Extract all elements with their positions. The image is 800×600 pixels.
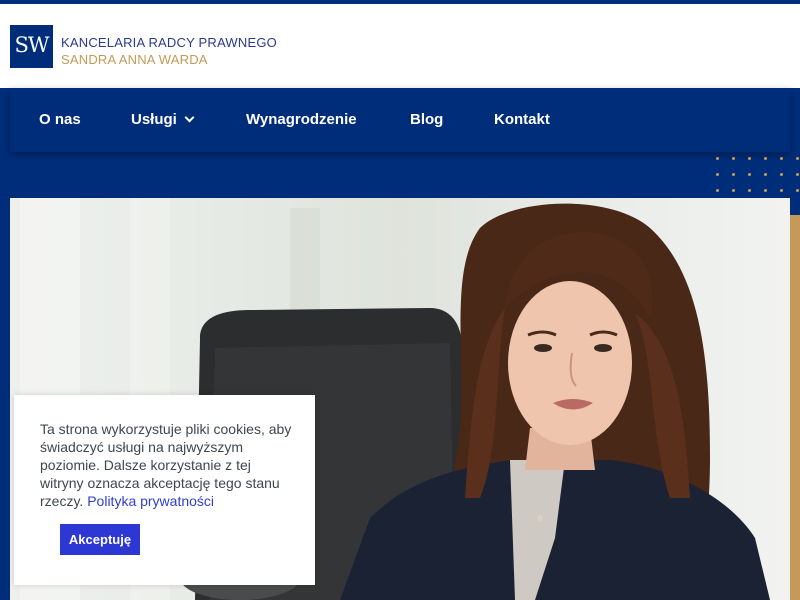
- brand-name[interactable]: KANCELARIA RADCY PRAWNEGO SANDRA ANNA WA…: [61, 34, 277, 68]
- accept-cookies-button[interactable]: Akceptuję: [60, 524, 140, 555]
- nav-item-kontakt[interactable]: Kontakt: [494, 110, 550, 130]
- brand-title: KANCELARIA RADCY PRAWNEGO: [61, 35, 277, 50]
- site-header: SW KANCELARIA RADCY PRAWNEGO SANDRA ANNA…: [0, 4, 800, 88]
- nav-item-label: Kontakt: [494, 111, 550, 128]
- decorative-gold-strip: [790, 215, 800, 600]
- nav-item-uslugi[interactable]: Usługi: [131, 110, 195, 130]
- chevron-down-icon: [184, 112, 195, 123]
- nav-item-wynagrodzenie[interactable]: Wynagrodzenie: [246, 110, 357, 130]
- brand-subtitle: SANDRA ANNA WARDA: [61, 52, 208, 67]
- nav-item-label: Wynagrodzenie: [246, 111, 357, 128]
- logo[interactable]: SW: [10, 25, 53, 68]
- privacy-policy-link[interactable]: Polityka prywatności: [87, 493, 214, 509]
- main-navigation: O nas Usługi Wynagrodzenie Blog Kontakt: [10, 88, 790, 152]
- nav-item-label: Usługi: [131, 111, 177, 128]
- nav-item-blog[interactable]: Blog: [410, 110, 443, 130]
- cookie-notice-text: Ta strona wykorzystuje pliki cookies, ab…: [40, 420, 295, 510]
- logo-monogram: SW: [14, 33, 50, 57]
- nav-item-label: O nas: [39, 111, 81, 128]
- nav-item-o-nas[interactable]: O nas: [39, 110, 81, 130]
- nav-item-label: Blog: [410, 111, 444, 128]
- cookie-notice: Ta strona wykorzystuje pliki cookies, ab…: [14, 395, 315, 585]
